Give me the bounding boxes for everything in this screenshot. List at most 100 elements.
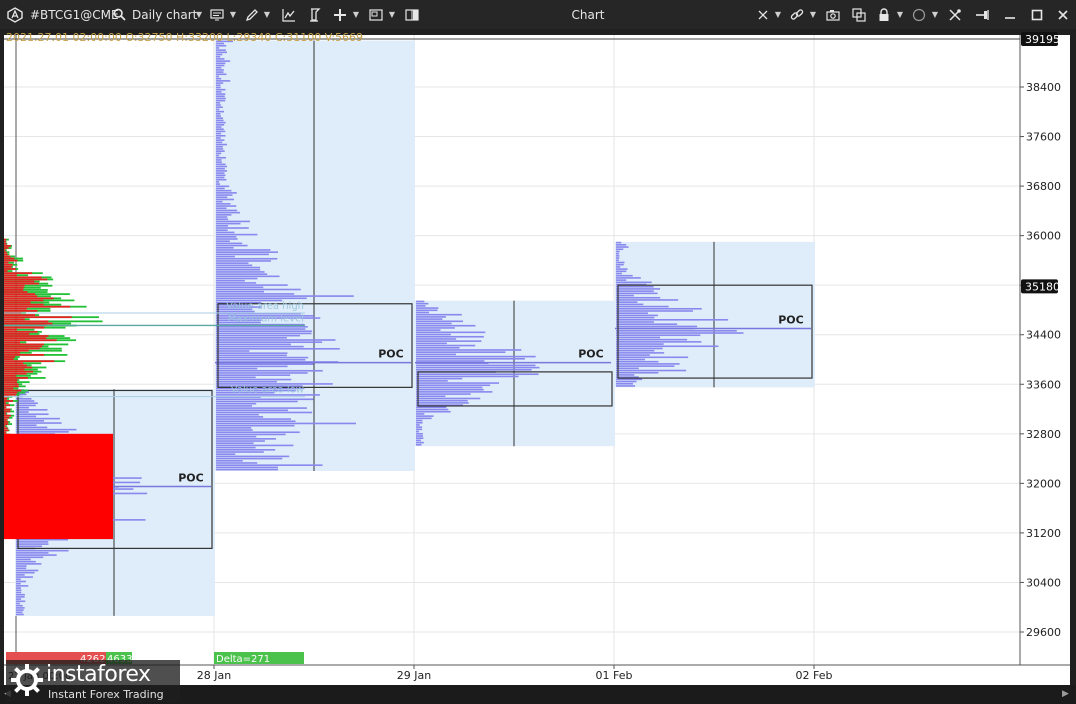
profile-bar: [216, 455, 290, 458]
profile-bar: [216, 80, 231, 82]
profile-bar: [216, 339, 336, 341]
profile-bar: [16, 576, 33, 578]
profile-bar: [16, 431, 69, 433]
profile-bar: [416, 435, 424, 437]
profile-bar: [216, 262, 249, 264]
profile-bar: [416, 353, 456, 356]
profile-bar: [216, 435, 257, 438]
profile-bar: [216, 378, 292, 381]
price-tick-label: 33600: [1026, 378, 1061, 391]
profile-bar: [16, 602, 20, 605]
profile-bar: [216, 176, 225, 179]
profile-bar: [216, 115, 221, 117]
profile-bar: [216, 126, 222, 128]
profile-bar: [16, 400, 35, 402]
profile-bar: [616, 345, 719, 348]
profile-bar: [216, 95, 225, 98]
profile-bar: [216, 380, 277, 383]
profile-bar: [216, 203, 231, 205]
profile-bar: [616, 252, 620, 255]
profile-bar: [216, 413, 259, 416]
profile-bar: [416, 424, 420, 426]
profile-bar: [616, 270, 627, 273]
profile-bar: [216, 255, 235, 258]
bid-volume-bar: [4, 305, 71, 308]
profile-bar: [216, 242, 243, 245]
bid-volume-bar: [4, 387, 14, 390]
profile-bar: [16, 402, 38, 405]
price-tick-label: 32000: [1026, 477, 1061, 490]
profile-bar: [16, 578, 21, 581]
profile-bar: [216, 178, 227, 181]
profile-bar: [216, 183, 220, 185]
profile-bar: [16, 415, 37, 418]
profile-bar: [216, 275, 280, 278]
profile-bar: [216, 293, 295, 295]
bid-volume-bar: [4, 389, 22, 392]
profile-bar: [216, 64, 225, 67]
profile-bar: [616, 380, 637, 383]
profile-bar: [216, 106, 223, 109]
profile-bar: [416, 406, 447, 409]
profile-bar: [616, 343, 664, 345]
profile-bar: [216, 253, 269, 256]
profile-bar: [216, 424, 295, 427]
profile-bar: [216, 143, 227, 146]
profile-bar: [416, 432, 423, 435]
profile-bar: [216, 93, 226, 95]
profile-bar: [416, 322, 452, 325]
profile-bar: [216, 174, 226, 177]
profile-bar: [216, 121, 226, 124]
profile-bar: [416, 360, 485, 362]
bid-volume-bar: [4, 360, 55, 363]
profile-bar: [416, 410, 451, 413]
profile-bar: [216, 464, 323, 466]
price-tick-label: 32800: [1026, 428, 1061, 441]
profile-bar: [16, 609, 24, 611]
profile-bar: [216, 75, 220, 78]
profile-bar: [216, 442, 254, 445]
profile-bar: [216, 365, 288, 368]
profile-bar: [216, 249, 271, 251]
profile-bar: [216, 372, 308, 374]
time-tick-label: 28 Jan: [197, 669, 231, 682]
poc-label: POC: [178, 471, 204, 484]
profile-bar: [216, 260, 271, 262]
profile-bar: [216, 159, 222, 161]
profile-bar: [216, 156, 226, 159]
profile-bar: [216, 154, 220, 157]
bid-volume-bar: [4, 316, 72, 319]
profile-bar: [616, 358, 646, 361]
profile-bar: [616, 371, 659, 374]
price-tick-label: 30400: [1026, 576, 1061, 589]
bid-volume-bar: [4, 345, 43, 348]
price-tick-label: 34400: [1026, 329, 1061, 342]
profile-bar: [616, 365, 675, 367]
bid-volume-bar: [4, 330, 38, 333]
profile-bar: [416, 346, 460, 349]
profile-bar: [216, 277, 258, 280]
profile-bar: [216, 99, 226, 102]
bid-volume-bar: [4, 263, 13, 266]
profile-bar: [216, 286, 264, 289]
bid-volume-bar: [4, 431, 7, 434]
profile-bar: [216, 194, 233, 196]
profile-bar: [16, 598, 22, 600]
profile-bar: [416, 357, 525, 360]
profile-bar: [216, 77, 222, 80]
profile-bar: [16, 422, 62, 424]
profile-bar: [616, 268, 628, 270]
watermark-tagline: Instant Forex Trading: [48, 688, 164, 701]
bid-volume-bar: [4, 412, 7, 415]
profile-bar: [216, 429, 253, 431]
profile-bar: [16, 549, 69, 552]
bid-volume-bar: [4, 364, 27, 367]
profile-bar: [416, 421, 423, 424]
profile-bar: [216, 398, 314, 401]
price-tick-label: 36800: [1026, 180, 1061, 193]
profile-bar: [216, 49, 226, 51]
profile-bar: [616, 382, 633, 385]
profile-bar: [16, 582, 21, 585]
bid-volume-bar: [4, 251, 7, 254]
profile-bar: [216, 86, 221, 89]
